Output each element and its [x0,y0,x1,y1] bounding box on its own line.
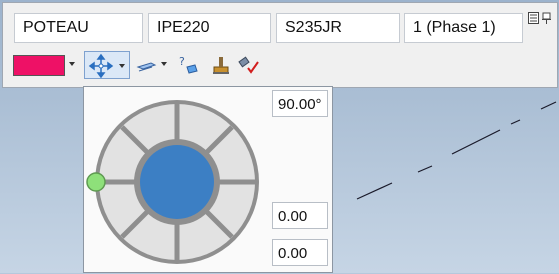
panel-layout-icon[interactable] [528,9,539,24]
check-tool-icon[interactable] [237,53,261,77]
material-field[interactable]: S235JR [276,13,400,43]
svg-text:?: ? [179,55,185,68]
offset-field-2[interactable]: 0.00 [272,239,328,266]
color-swatch[interactable] [13,55,65,76]
pin-icon[interactable] [541,9,552,24]
offset-field-1[interactable]: 0.00 [272,202,328,229]
position-icon [88,53,125,79]
position-popup: 90.00° 0.00 0.00 [83,86,333,273]
rebar-icon[interactable] [135,53,159,77]
part-name-field[interactable]: POTEAU [14,13,143,43]
phase-field[interactable]: 1 (Phase 1) [404,13,523,43]
position-button[interactable] [84,51,130,79]
help-select-icon[interactable]: ? [177,53,201,77]
rebar-dropdown-icon[interactable] [161,62,167,66]
panel-options[interactable] [528,9,554,25]
rotation-angle-field[interactable]: 90.00° [272,90,328,117]
color-dropdown-icon[interactable] [69,62,75,66]
part-properties-toolbar: POTEAU IPE220 S235JR 1 (Phase 1) ? [2,2,558,88]
profile-field[interactable]: IPE220 [148,13,271,43]
paint-icon[interactable] [209,53,233,77]
rotation-handle [86,172,106,192]
